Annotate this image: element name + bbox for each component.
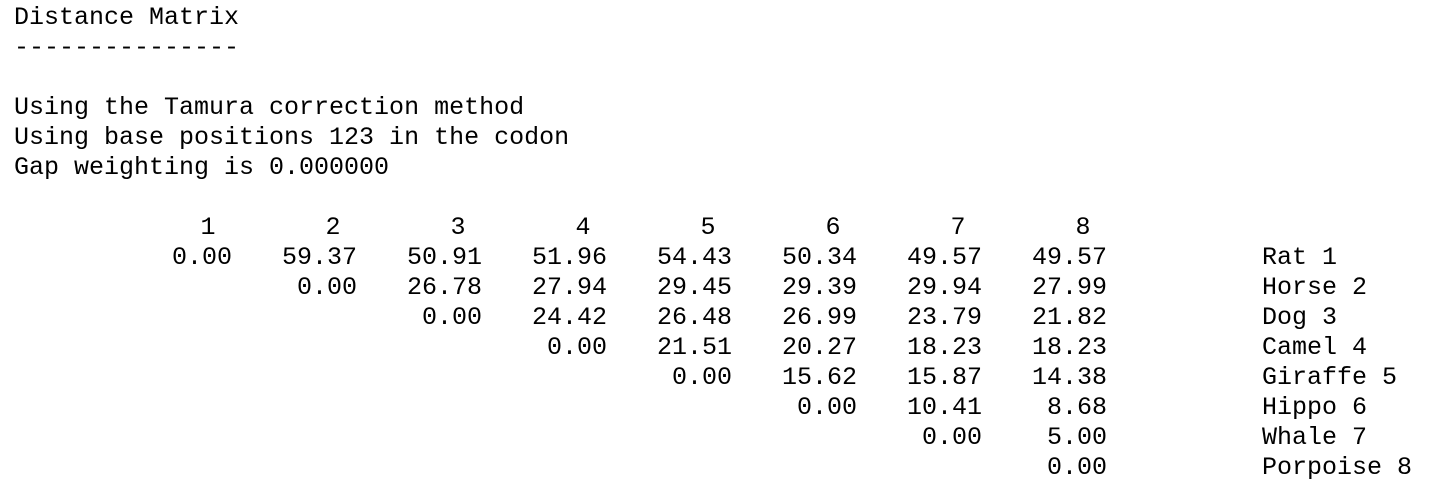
taxon-label: Horse 2 (1262, 273, 1368, 302)
taxon-label: Camel 4 (1262, 333, 1368, 362)
distance-cell: 0.00 (171, 243, 232, 272)
column-header: 7 (950, 213, 966, 242)
correction-method-line: Using the Tamura correction method (14, 93, 525, 122)
matrix-row: 0.00 26.78 27.94 29.45 29.39 29.94 27.99… (0, 273, 1436, 303)
distance-cell: 0.00 (1046, 453, 1107, 482)
distance-cell: 27.99 (1031, 273, 1107, 302)
gap-weighting-line: Gap weighting is 0.000000 (14, 153, 390, 182)
distance-cell: 26.78 (406, 273, 482, 302)
distance-cell: 15.62 (781, 363, 857, 392)
distance-cell: 5.00 (1046, 423, 1107, 452)
matrix-row: 0.00 24.42 26.48 26.99 23.79 21.82 Dog 3 (0, 303, 1436, 333)
distance-cell: 0.00 (671, 363, 732, 392)
distance-cell: 15.87 (906, 363, 982, 392)
distance-cell: 8.68 (1046, 393, 1107, 422)
distance-cell: 54.43 (656, 243, 732, 272)
distance-cell: 51.96 (531, 243, 607, 272)
distance-cell: 14.38 (1031, 363, 1107, 392)
distance-cell: 26.48 (656, 303, 732, 332)
column-header-row: 1 2 3 4 5 6 7 8 (0, 213, 1436, 243)
column-header: 3 (450, 213, 466, 242)
distance-matrix: 1 2 3 4 5 6 7 8 0.00 59.37 50.91 51.96 5… (0, 213, 1436, 483)
matrix-row: 0.00 10.41 8.68 Hippo 6 (0, 393, 1436, 423)
column-header: 1 (200, 213, 216, 242)
taxon-label: Dog 3 (1262, 303, 1338, 332)
matrix-row: 0.00 59.37 50.91 51.96 54.43 50.34 49.57… (0, 243, 1436, 273)
heading-underline: --------------- (14, 33, 240, 62)
distance-cell: 59.37 (281, 243, 357, 272)
column-header: 6 (825, 213, 841, 242)
distance-cell: 0.00 (296, 273, 357, 302)
document-body: Distance Matrix --------------- Using th… (14, 3, 1424, 183)
distance-cell: 18.23 (906, 333, 982, 362)
distance-cell: 50.91 (406, 243, 482, 272)
taxon-label: Porpoise 8 (1262, 453, 1413, 482)
column-header: 8 (1075, 213, 1091, 242)
distance-cell: 49.57 (906, 243, 982, 272)
distance-cell: 26.99 (781, 303, 857, 332)
distance-cell: 23.79 (906, 303, 982, 332)
taxon-label: Rat 1 (1262, 243, 1338, 272)
column-header: 4 (575, 213, 591, 242)
distance-cell: 29.45 (656, 273, 732, 302)
matrix-row: 0.00 5.00 Whale 7 (0, 423, 1436, 453)
distance-cell: 10.41 (906, 393, 982, 422)
distance-cell: 20.27 (781, 333, 857, 362)
base-positions-line: Using base positions 123 in the codon (14, 123, 570, 152)
distance-cell: 49.57 (1031, 243, 1107, 272)
matrix-row: 0.00 Porpoise 8 (0, 453, 1436, 483)
matrix-row: 0.00 15.62 15.87 14.38 Giraffe 5 (0, 363, 1436, 393)
taxon-label: Whale 7 (1262, 423, 1368, 452)
distance-cell: 0.00 (421, 303, 482, 332)
distance-cell: 0.00 (796, 393, 857, 422)
distance-cell: 21.51 (656, 333, 732, 362)
distance-cell: 29.94 (906, 273, 982, 302)
taxon-label: Giraffe 5 (1262, 363, 1398, 392)
column-header: 2 (325, 213, 341, 242)
document-heading: Distance Matrix (14, 3, 240, 32)
distance-cell: 18.23 (1031, 333, 1107, 362)
distance-cell: 24.42 (531, 303, 607, 332)
column-header: 5 (700, 213, 716, 242)
distance-cell: 0.00 (921, 423, 982, 452)
distance-cell: 27.94 (531, 273, 607, 302)
distance-cell: 21.82 (1031, 303, 1107, 332)
distance-cell: 50.34 (781, 243, 857, 272)
distance-cell: 29.39 (781, 273, 857, 302)
taxon-label: Hippo 6 (1262, 393, 1368, 422)
matrix-row: 0.00 21.51 20.27 18.23 18.23 Camel 4 (0, 333, 1436, 363)
distance-cell: 0.00 (546, 333, 607, 362)
